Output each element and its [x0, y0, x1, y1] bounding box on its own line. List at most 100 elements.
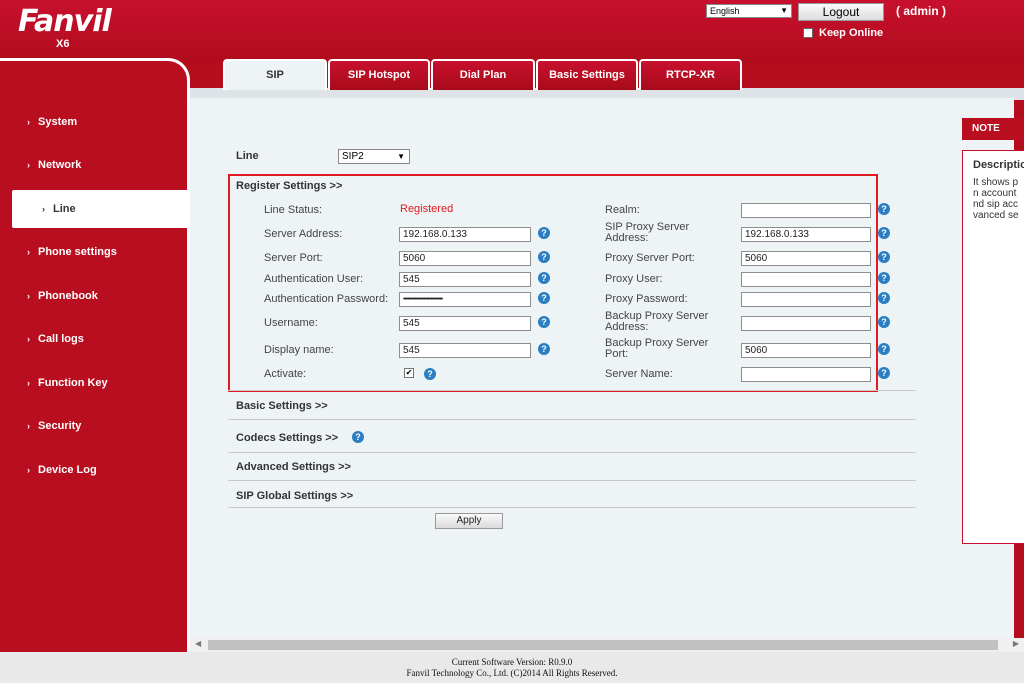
- display-name-input[interactable]: 545: [399, 343, 531, 358]
- server-port-input[interactable]: 5060: [399, 251, 531, 266]
- note-panel: Description It shows p n account nd sip …: [962, 150, 1024, 544]
- chevron-right-icon: ›: [27, 421, 30, 431]
- sidebar-item-phonebook[interactable]: › Phonebook: [0, 277, 186, 315]
- sidebar-item-line[interactable]: › Line: [12, 190, 200, 228]
- line-label: Line: [236, 150, 259, 162]
- language-select[interactable]: English ▼: [706, 4, 792, 18]
- sidebar-item-call-logs[interactable]: › Call logs: [0, 320, 186, 358]
- current-user: ( admin ): [896, 4, 946, 18]
- footer: Current Software Version: R0.9.0 Fanvil …: [0, 652, 1024, 683]
- sidebar-item-label: Call logs: [38, 333, 84, 345]
- help-icon[interactable]: ?: [878, 367, 890, 379]
- auth-user-input[interactable]: 545: [399, 272, 531, 287]
- keep-online-label: Keep Online: [819, 27, 884, 39]
- logout-button[interactable]: Logout: [798, 3, 884, 21]
- activate-checkbox[interactable]: ✔: [404, 368, 414, 378]
- sidebar-item-device-log[interactable]: › Device Log: [0, 451, 186, 489]
- help-icon[interactable]: ?: [878, 343, 890, 355]
- help-icon[interactable]: ?: [538, 272, 550, 284]
- backup-proxy-port-input[interactable]: 5060: [741, 343, 871, 358]
- scrollbar-thumb[interactable]: [208, 640, 998, 650]
- server-address-input[interactable]: 192.168.0.133: [399, 227, 531, 242]
- tab-sip[interactable]: SIP: [223, 59, 327, 90]
- sip-global-settings-header[interactable]: SIP Global Settings >>: [236, 490, 353, 502]
- realm-input[interactable]: [741, 203, 871, 218]
- proxy-server-address-input[interactable]: 192.168.0.133: [741, 227, 871, 242]
- tab-dial-plan[interactable]: Dial Plan: [431, 59, 535, 90]
- chevron-right-icon: ›: [27, 247, 30, 257]
- proxy-password-label: Proxy Password:: [605, 293, 688, 305]
- apply-button[interactable]: Apply: [435, 513, 503, 529]
- display-name-label: Display name:: [264, 344, 334, 356]
- line-status-value: Registered: [400, 203, 454, 215]
- scroll-right-icon[interactable]: ▶: [1013, 639, 1019, 648]
- note-text: It shows p n account nd sip acc vanced s…: [973, 177, 1019, 221]
- keep-online-checkbox[interactable]: [803, 28, 813, 38]
- help-icon[interactable]: ?: [352, 431, 364, 443]
- help-icon[interactable]: ?: [538, 292, 550, 304]
- model-label: X6: [56, 38, 70, 50]
- sidebar-item-label: Function Key: [38, 377, 108, 389]
- help-icon[interactable]: ?: [538, 343, 550, 355]
- realm-label: Realm:: [605, 204, 640, 216]
- basic-settings-header[interactable]: Basic Settings >>: [236, 400, 328, 412]
- help-icon[interactable]: ?: [878, 227, 890, 239]
- sidebar-item-label: Security: [38, 420, 82, 432]
- chevron-down-icon: ▼: [780, 6, 788, 15]
- software-version: Current Software Version: R0.9.0: [451, 657, 573, 667]
- tab-sip-hotspot[interactable]: SIP Hotspot: [328, 59, 430, 90]
- backup-proxy-address-input[interactable]: [741, 316, 871, 331]
- divider: [228, 452, 916, 453]
- chevron-down-icon: ▼: [397, 152, 405, 161]
- help-icon[interactable]: ?: [538, 227, 550, 239]
- server-name-label: Server Name:: [605, 368, 673, 380]
- help-icon[interactable]: ?: [878, 251, 890, 263]
- help-icon[interactable]: ?: [538, 251, 550, 263]
- register-settings-header[interactable]: Register Settings >>: [236, 180, 342, 192]
- sidebar-item-label: Network: [38, 159, 82, 171]
- horizontal-scrollbar[interactable]: ◀ ▶: [190, 638, 1024, 652]
- divider: [228, 507, 916, 508]
- username-input[interactable]: 545: [399, 316, 531, 331]
- divider: [228, 390, 916, 391]
- sidebar-item-network[interactable]: › Network: [0, 146, 186, 184]
- chevron-right-icon: ›: [27, 160, 30, 170]
- chevron-right-icon: ›: [27, 334, 30, 344]
- help-icon[interactable]: ?: [878, 272, 890, 284]
- fanvil-logo: Fanvil: [18, 4, 112, 39]
- tab-rtcp-xr[interactable]: RTCP-XR: [639, 59, 742, 90]
- help-icon[interactable]: ?: [538, 316, 550, 328]
- sidebar-item-system[interactable]: › System: [0, 103, 186, 141]
- tab-basic-settings[interactable]: Basic Settings: [536, 59, 638, 90]
- sidebar-item-function-key[interactable]: › Function Key: [0, 364, 186, 402]
- codecs-settings-header[interactable]: Codecs Settings >>: [236, 432, 338, 444]
- help-icon[interactable]: ?: [878, 292, 890, 304]
- server-name-input[interactable]: [741, 367, 871, 382]
- help-icon[interactable]: ?: [878, 316, 890, 328]
- note-heading: Description: [973, 159, 1024, 171]
- auth-password-label: Authentication Password:: [264, 293, 389, 305]
- sidebar-item-phone-settings[interactable]: › Phone settings: [0, 233, 186, 271]
- line-select[interactable]: SIP2 ▼: [338, 149, 410, 164]
- copyright: Fanvil Technology Co., Ltd. (C)2014 All …: [406, 668, 618, 678]
- server-port-label: Server Port:: [264, 252, 323, 264]
- advanced-settings-header[interactable]: Advanced Settings >>: [236, 461, 351, 473]
- top-header: Fanvil X6 English ▼ Logout ( admin ) Kee…: [0, 0, 1024, 62]
- help-icon[interactable]: ?: [424, 368, 436, 380]
- chevron-right-icon: ›: [27, 378, 30, 388]
- sidebar-item-label: Phonebook: [38, 290, 98, 302]
- proxy-user-input[interactable]: [741, 272, 871, 287]
- sidebar-item-label: Device Log: [38, 464, 97, 476]
- scroll-left-icon[interactable]: ◀: [195, 639, 201, 648]
- auth-user-label: Authentication User:: [264, 273, 364, 285]
- keep-online-option[interactable]: Keep Online: [803, 27, 883, 39]
- divider: [228, 419, 916, 420]
- username-label: Username:: [264, 317, 318, 329]
- proxy-port-input[interactable]: 5060: [741, 251, 871, 266]
- auth-password-input[interactable]: •••••••••••••••••••••••••••: [399, 292, 531, 307]
- backup-proxy-address-label: Backup Proxy Server Address:: [605, 310, 709, 333]
- proxy-password-input[interactable]: [741, 292, 871, 307]
- help-icon[interactable]: ?: [878, 203, 890, 215]
- sidebar-item-security[interactable]: › Security: [0, 407, 186, 445]
- sidebar-item-label: Phone settings: [38, 246, 117, 258]
